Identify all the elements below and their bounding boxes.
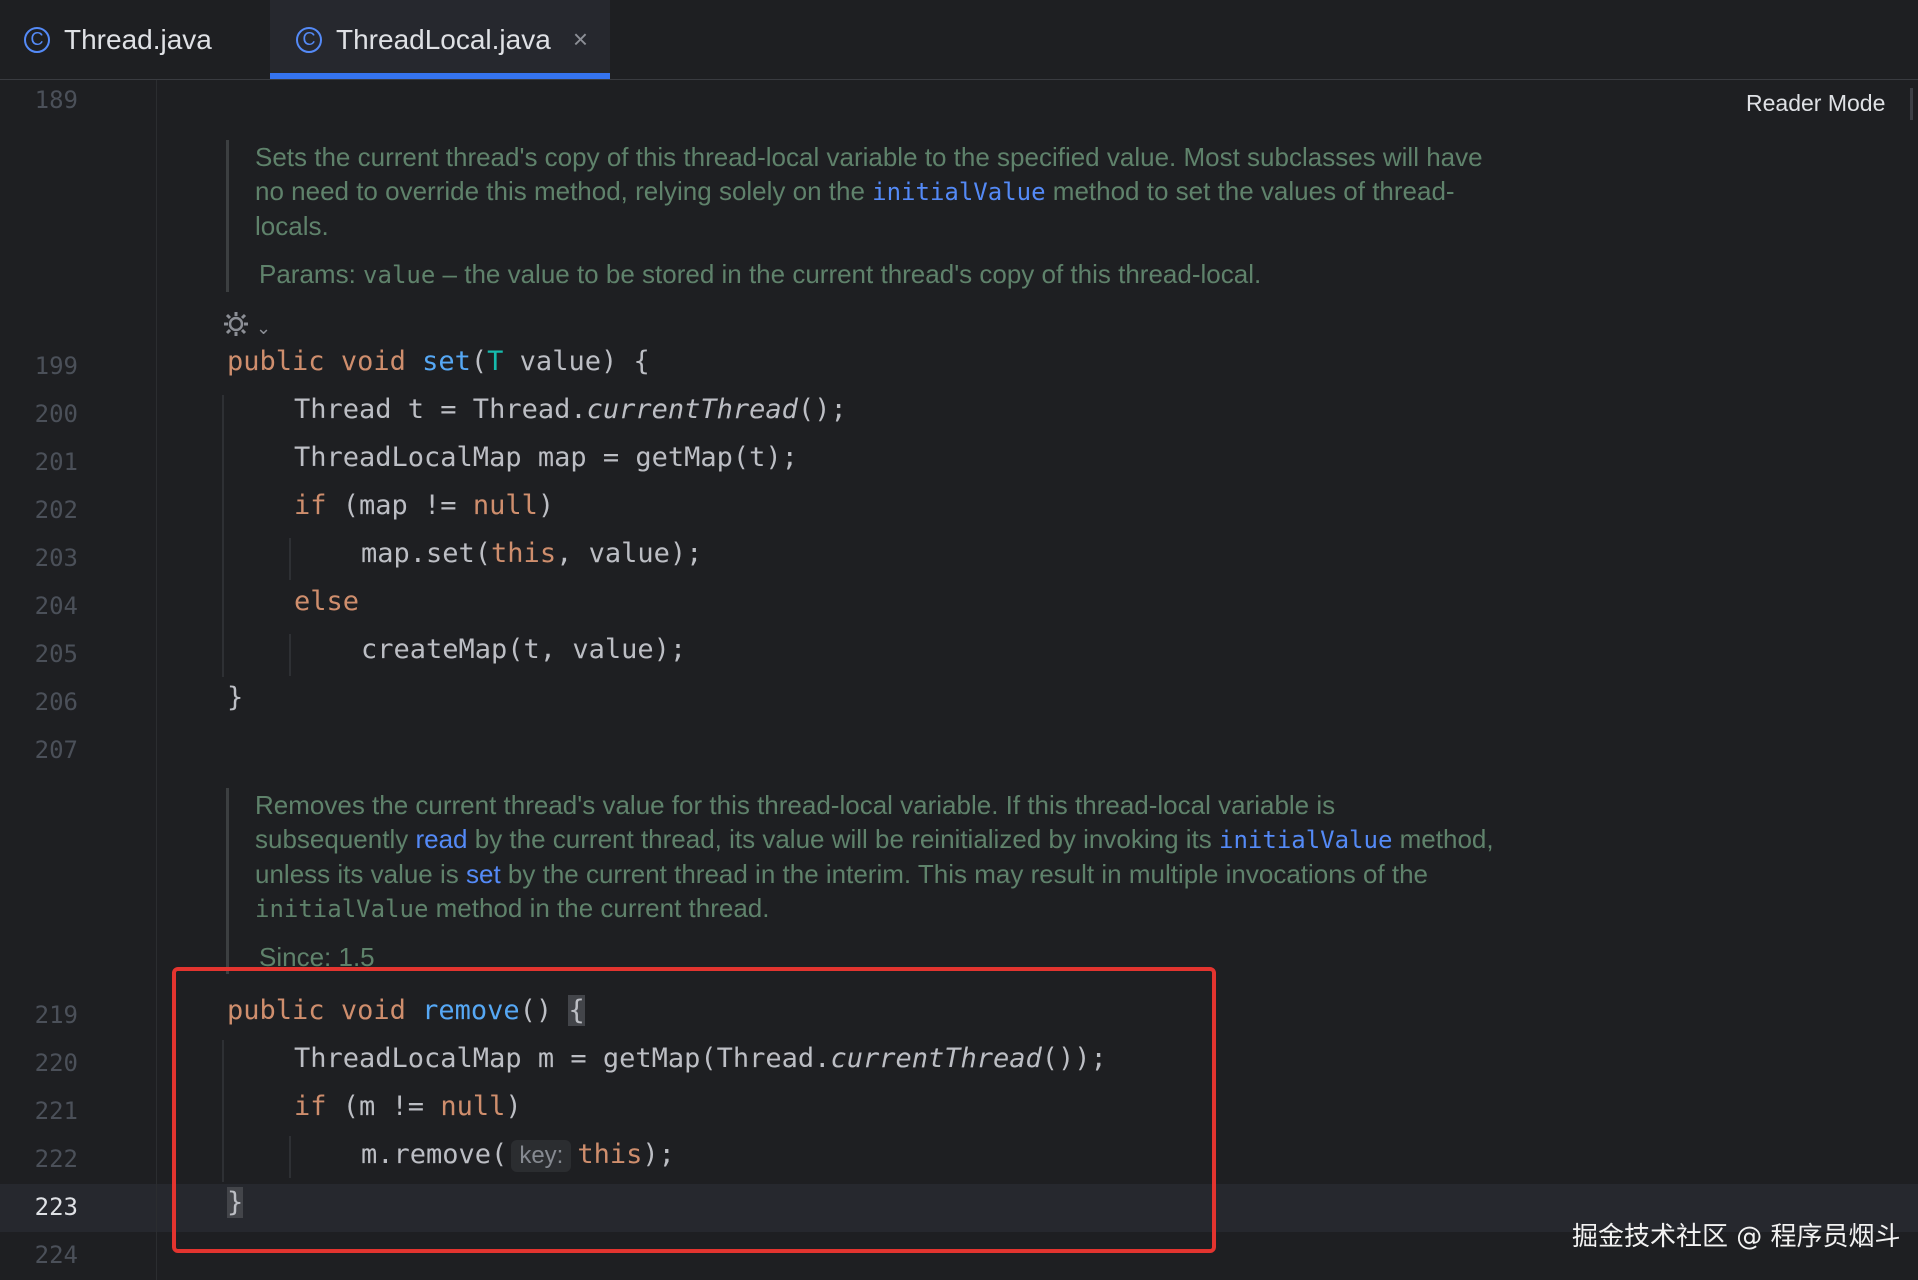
line-number: 204 (34, 592, 78, 620)
line-number: 203 (34, 544, 78, 572)
indent-guide (289, 634, 291, 676)
indent-guide (289, 538, 291, 580)
line-number: 189 (34, 86, 78, 114)
annotation-highlight-box (172, 967, 1216, 1253)
doc-paragraph: Removes the current thread's value for t… (255, 790, 1494, 923)
line-number: 207 (34, 736, 78, 764)
active-tab-indicator (270, 73, 610, 79)
line-number: 224 (34, 1241, 78, 1269)
editor-tab-bar: C Thread.java C ThreadLocal.java × (0, 0, 1918, 80)
code-line-206: } (227, 682, 244, 713)
doc-link-read[interactable]: read (415, 824, 467, 854)
chevron-down-icon[interactable]: ⌄ (256, 318, 271, 339)
doc-link-initialvalue[interactable]: initialValue (1219, 826, 1392, 854)
line-number: 220 (34, 1049, 78, 1077)
class-icon: C (296, 26, 322, 53)
doc-link-initialvalue[interactable]: initialValue (872, 178, 1045, 206)
line-number: 206 (34, 688, 78, 716)
line-number: 219 (34, 1001, 78, 1029)
line-number: 199 (34, 352, 78, 380)
code-line-201: ThreadLocalMap map = getMap(t); (294, 442, 798, 473)
close-icon[interactable]: × (573, 24, 588, 55)
watermark: 掘金技术社区 @ 程序员烟斗 (1572, 1222, 1901, 1252)
line-number-current: 223 (34, 1193, 78, 1221)
code-line-199: public void set(T value) { (227, 346, 650, 377)
doc-comment-remove: Removes the current thread's value for t… (226, 788, 1495, 974)
code-line-205: createMap(t, value); (361, 634, 687, 665)
tab-label: Thread.java (64, 23, 212, 55)
doc-comment-set: Sets the current thread's copy of this t… (226, 140, 1495, 292)
indent-guide (222, 395, 224, 677)
doc-params: Params: value – the value to be stored i… (259, 259, 1262, 289)
line-number: 201 (34, 448, 78, 476)
line-number: 222 (34, 1145, 78, 1173)
doc-paragraph: Sets the current thread's copy of this t… (255, 142, 1483, 241)
tab-label: ThreadLocal.java (336, 23, 551, 55)
tab-threadlocal-java[interactable]: C ThreadLocal.java × (270, 0, 610, 79)
line-number: 200 (34, 400, 78, 428)
code-line-202: if (map != null) (294, 490, 555, 521)
doc-link-set[interactable]: set (466, 859, 501, 889)
gear-icon[interactable] (222, 310, 250, 338)
line-number: 221 (34, 1097, 78, 1125)
line-number: 202 (34, 496, 78, 524)
code-line-204: else (294, 586, 360, 617)
line-number: 205 (34, 640, 78, 668)
scrollbar[interactable] (1910, 88, 1913, 120)
tab-thread-java[interactable]: C Thread.java (24, 0, 212, 79)
code-line-200: Thread t = Thread.currentThread(); (294, 394, 847, 425)
code-line-203: map.set(this, value); (361, 538, 703, 569)
reader-mode-button[interactable]: Reader Mode (1746, 90, 1885, 117)
class-icon: C (24, 26, 50, 53)
